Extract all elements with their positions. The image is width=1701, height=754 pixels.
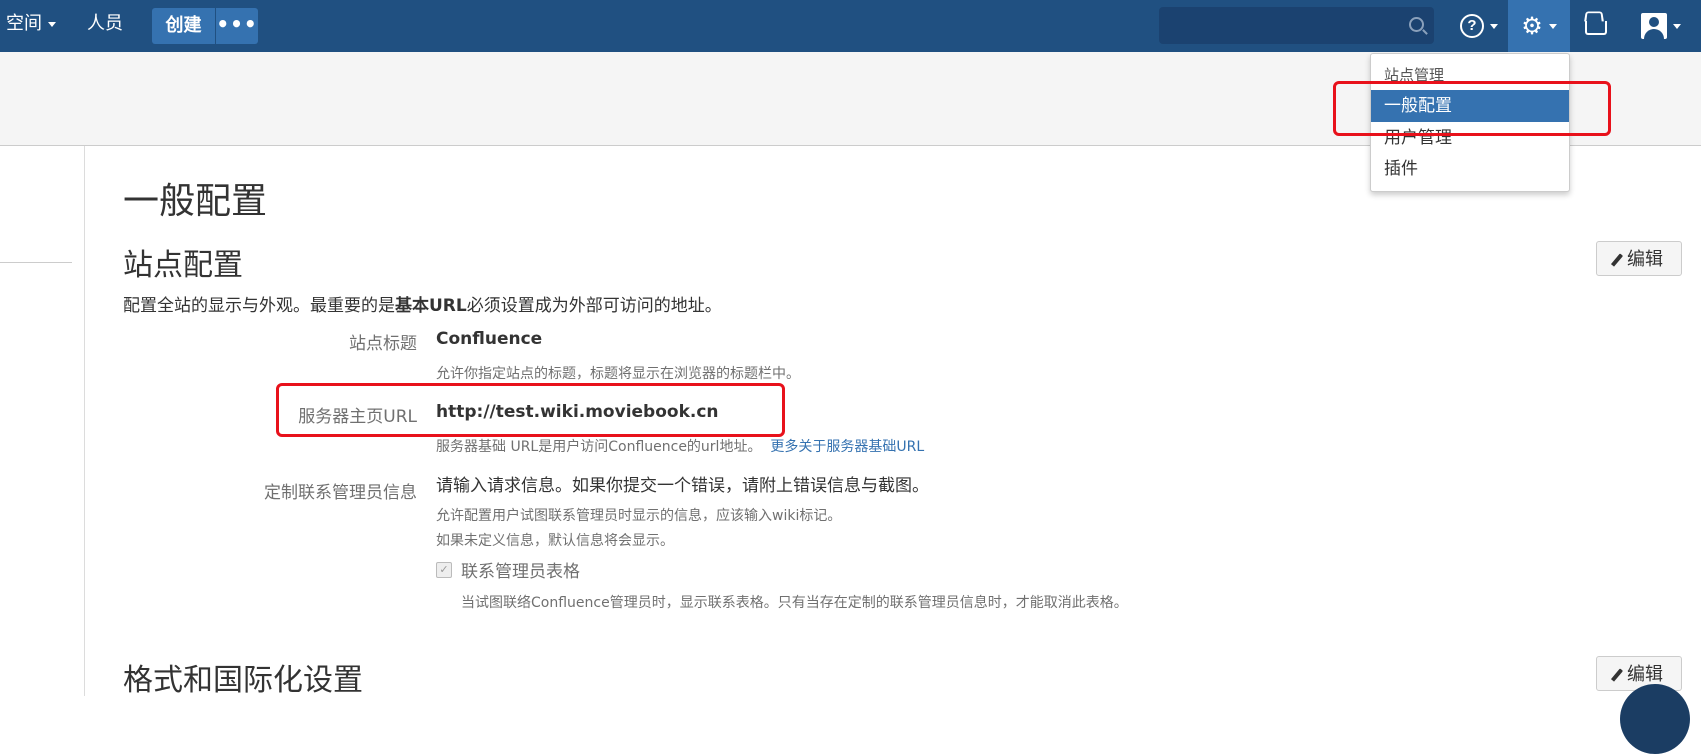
contact-form-label: 联系管理员表格	[461, 562, 580, 582]
create-button[interactable]: 创建	[152, 8, 215, 44]
sidebar-divider	[0, 262, 72, 263]
intro-text: 配置全站的显示与外观。最重要的是	[123, 296, 395, 316]
edit-button-label: 编辑	[1627, 249, 1663, 270]
intro-text-end: 必须设置成为外部可访问的地址。	[466, 296, 722, 316]
more-create-options-button[interactable]: •••	[216, 8, 258, 44]
more-about-base-url-link[interactable]: 更多关于服务器基础URL	[770, 439, 924, 455]
field-label-contact-admin: 定制联系管理员信息	[264, 483, 417, 503]
admin-settings-button[interactable]: ⚙	[1508, 0, 1570, 52]
pencil-icon	[1610, 253, 1624, 267]
field-desc-contact-admin: 允许配置用户试图联系管理员时显示的信息，应该输入wiki标记。	[436, 508, 842, 524]
page-title: 一般配置	[123, 181, 268, 222]
field-value-site-title: Confluence	[436, 329, 543, 349]
field-label-site-title: 站点标题	[349, 334, 417, 354]
highlight-box	[276, 383, 785, 437]
chevron-down-icon	[1490, 23, 1498, 29]
spaces-label: 空间	[6, 13, 42, 34]
help-widget[interactable]	[1620, 684, 1690, 754]
sidebar-border	[84, 146, 85, 696]
menu-item-plugins[interactable]: 插件	[1371, 153, 1569, 185]
inbox-icon	[1585, 21, 1607, 35]
search-input[interactable]	[1159, 7, 1434, 44]
pencil-icon	[1610, 668, 1624, 682]
chevron-down-icon	[1673, 23, 1681, 29]
edit-button[interactable]: 编辑	[1596, 241, 1682, 276]
highlight-box	[1333, 81, 1611, 136]
section-title-format-i18n: 格式和国际化设置	[123, 663, 363, 698]
spaces-menu[interactable]: 空间	[6, 0, 56, 52]
gear-icon: ⚙	[1521, 12, 1543, 40]
field-desc-server-url: 服务器基础 URL是用户访问Confluence的url地址。 更多关于服务器基…	[436, 436, 924, 456]
people-link[interactable]: 人员	[87, 0, 123, 52]
help-menu-button[interactable]: ?	[1450, 0, 1508, 52]
chevron-down-icon	[1548, 23, 1557, 29]
field-value-contact-admin: 请输入请求信息。如果你提交一个错误，请附上错误信息与截图。	[436, 476, 929, 496]
contact-form-desc: 当试图联络Confluence管理员时，显示联系表格。只有当存在定制的联系管理员…	[461, 595, 1128, 611]
intro-emphasis: 基本URL	[395, 296, 467, 316]
edit-button-label: 编辑	[1627, 664, 1663, 685]
section-intro: 配置全站的显示与外观。最重要的是基本URL必须设置成为外部可访问的地址。	[123, 291, 722, 316]
field-desc-site-title: 允许你指定站点的标题，标题将显示在浏览器的标题栏中。	[436, 366, 800, 382]
help-icon: ?	[1460, 14, 1484, 38]
chevron-down-icon	[48, 21, 56, 27]
section-title-site-config: 站点配置	[123, 248, 243, 283]
search-icon	[1409, 17, 1424, 32]
contact-form-checkbox[interactable]: ✓	[436, 562, 452, 578]
notifications-button[interactable]	[1576, 0, 1616, 52]
user-menu-button[interactable]	[1630, 0, 1692, 52]
avatar	[1641, 13, 1667, 39]
field-desc-contact-admin-default: 如果未定义信息，默认信息将会显示。	[436, 533, 674, 549]
edit-button[interactable]: 编辑	[1596, 656, 1682, 691]
top-navigation-bar: 空间 人员 创建 ••• ? ⚙	[0, 0, 1701, 52]
server-url-desc-text: 服务器基础 URL是用户访问Confluence的url地址。	[436, 439, 762, 455]
